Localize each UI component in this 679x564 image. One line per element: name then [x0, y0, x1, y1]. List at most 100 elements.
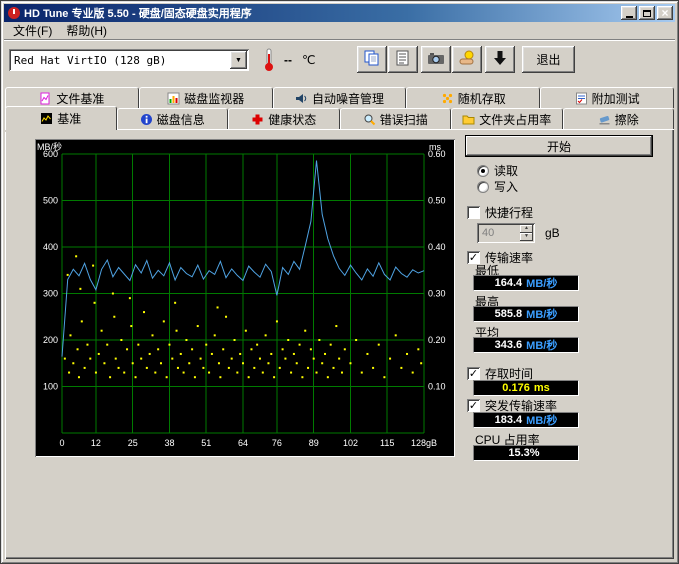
- thermometer-icon: [262, 47, 276, 73]
- temperature-unit: ℃: [302, 53, 315, 67]
- svg-text:0.50: 0.50: [428, 196, 446, 206]
- hand-coin-icon: [458, 49, 476, 70]
- svg-text:76: 76: [272, 438, 282, 448]
- speaker-icon: [295, 92, 308, 105]
- hd-tune-window: HD Tune 专业版 5.50 - 硬盘/固态硬盘实用程序 × 文件(F) 帮…: [0, 0, 679, 564]
- donate-button[interactable]: [452, 46, 482, 73]
- exit-button[interactable]: 退出: [522, 46, 575, 73]
- health-cross-icon: [251, 113, 264, 126]
- file-benchmark-icon: [39, 92, 52, 105]
- drive-select-value: Red Hat VirtIO (128 gB): [9, 54, 230, 67]
- tab-extra-tests[interactable]: 附加测试: [540, 87, 674, 108]
- tab-label: 健康状态: [268, 111, 316, 128]
- short-stroke-unit: gB: [545, 226, 560, 240]
- chevron-down-icon[interactable]: ▼: [230, 51, 247, 69]
- app-icon: [7, 6, 21, 20]
- tab-label: 自动噪音管理: [312, 90, 384, 107]
- svg-text:115: 115: [380, 438, 394, 448]
- svg-text:0: 0: [59, 438, 64, 448]
- tab-aam[interactable]: 自动噪音管理: [273, 87, 407, 108]
- tab-error-scan[interactable]: 错误扫描: [340, 108, 452, 129]
- tab-row-secondary: 文件基准 磁盘监视器 自动噪音管理 随机存取 附加测试: [5, 87, 674, 108]
- checkbox-icon: ✓: [467, 367, 480, 380]
- svg-text:0.10: 0.10: [428, 382, 446, 392]
- svg-text:25: 25: [128, 438, 138, 448]
- svg-text:89: 89: [309, 438, 319, 448]
- svg-text:500: 500: [43, 196, 58, 206]
- window-title: HD Tune 专业版 5.50 - 硬盘/固态硬盘实用程序: [24, 5, 621, 21]
- burst-rate-value: 183.4MB/秒: [473, 412, 579, 428]
- svg-text:200: 200: [43, 335, 58, 345]
- close-button[interactable]: ×: [657, 6, 673, 20]
- screenshot-button[interactable]: [421, 46, 451, 73]
- avg-value: 343.6MB/秒: [473, 337, 579, 353]
- arrow-down-icon: [491, 49, 509, 70]
- benchmark-chart: MB/秒ms1002003004005006000.100.200.300.40…: [35, 139, 455, 457]
- tab-label: 磁盘信息: [157, 111, 205, 128]
- read-radio-label: 读取: [494, 162, 518, 179]
- minimize-icon: [626, 16, 633, 18]
- spinner-buttons: ▲ ▼: [520, 225, 533, 241]
- copy-text-icon: [394, 49, 412, 70]
- tab-row-primary: 基准 磁盘信息 健康状态 错误扫描 文件夹占用率: [5, 108, 674, 129]
- tab-disk-monitor[interactable]: 磁盘监视器: [139, 87, 273, 108]
- copy-image-icon: [363, 49, 381, 70]
- start-button-label: 开始: [547, 138, 571, 155]
- copy-image-button[interactable]: [357, 46, 387, 73]
- read-radio[interactable]: 读取: [477, 162, 518, 179]
- info-icon: [140, 113, 153, 126]
- tab-disk-info[interactable]: 磁盘信息: [117, 108, 229, 129]
- checkbox-icon: ✓: [467, 399, 480, 412]
- svg-text:600: 600: [43, 149, 58, 159]
- checkbox-icon: ✓: [467, 206, 480, 219]
- maximize-button[interactable]: [639, 6, 655, 20]
- short-stroke-value: 40: [477, 227, 520, 239]
- svg-text:12: 12: [91, 438, 101, 448]
- menu-help[interactable]: 帮助(H): [59, 21, 114, 40]
- svg-text:0.60: 0.60: [428, 149, 446, 159]
- drive-select[interactable]: Red Hat VirtIO (128 gB) ▼: [9, 49, 249, 71]
- tab-random-access[interactable]: 随机存取: [406, 87, 540, 108]
- write-radio[interactable]: 写入: [477, 178, 518, 195]
- checklist-icon: [575, 92, 588, 105]
- svg-text:100: 100: [43, 382, 58, 392]
- maximize-icon: [643, 10, 651, 17]
- svg-text:0.30: 0.30: [428, 289, 446, 299]
- random-access-icon: [441, 92, 454, 105]
- tab-label: 错误扫描: [380, 111, 428, 128]
- tab-label: 文件夹占用率: [479, 111, 551, 128]
- titlebar: HD Tune 专业版 5.50 - 硬盘/固态硬盘实用程序 ×: [4, 4, 675, 22]
- toolbar: Red Hat VirtIO (128 gB) ▼ -- ℃: [4, 42, 675, 80]
- tab-health[interactable]: 健康状态: [228, 108, 340, 129]
- tab-label: 擦除: [615, 111, 639, 128]
- svg-text:64: 64: [238, 438, 248, 448]
- max-value: 585.8MB/秒: [473, 306, 579, 322]
- tab-erase[interactable]: 擦除: [563, 108, 675, 129]
- spinner-up-icon[interactable]: ▲: [520, 225, 533, 233]
- tab-file-benchmark[interactable]: 文件基准: [5, 87, 139, 108]
- tab-label: 磁盘监视器: [184, 90, 244, 107]
- svg-text:0.40: 0.40: [428, 242, 446, 252]
- svg-text:38: 38: [164, 438, 174, 448]
- temperature-value: --: [284, 53, 292, 67]
- tab-benchmark[interactable]: 基准: [5, 106, 117, 130]
- spinner-down-icon[interactable]: ▼: [520, 233, 533, 241]
- exit-button-label: 退出: [536, 51, 560, 68]
- minimize-button[interactable]: [621, 6, 637, 20]
- short-stroke-checkbox[interactable]: ✓ 快捷行程: [467, 204, 533, 221]
- svg-text:400: 400: [43, 242, 58, 252]
- disk-monitor-icon: [167, 92, 180, 105]
- start-button[interactable]: 开始: [465, 135, 653, 157]
- tab-label: 随机存取: [458, 90, 506, 107]
- menu-file[interactable]: 文件(F): [6, 21, 59, 40]
- content-panel: MB/秒ms1002003004005006000.100.200.300.40…: [5, 129, 674, 559]
- svg-text:300: 300: [43, 289, 58, 299]
- tab-folder-usage[interactable]: 文件夹占用率: [451, 108, 563, 129]
- svg-text:0.20: 0.20: [428, 335, 446, 345]
- caption-buttons: ×: [621, 6, 673, 20]
- scroll-results-button[interactable]: [485, 46, 515, 73]
- cpu-usage-value: 15.3%: [473, 445, 579, 461]
- short-stroke-spinner[interactable]: 40 ▲ ▼: [477, 223, 535, 243]
- copy-text-button[interactable]: [388, 46, 418, 73]
- close-icon: ×: [661, 8, 668, 18]
